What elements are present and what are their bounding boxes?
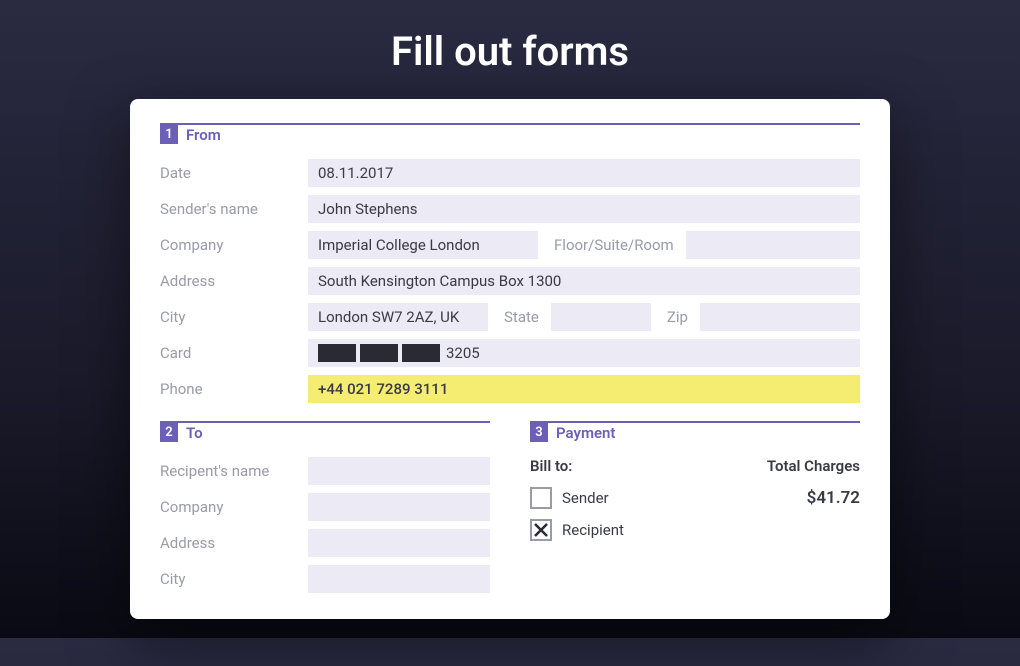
recipient-option-label: Recipient [562,521,624,539]
page-title: Fill out forms [0,28,1020,75]
label-state: State [488,308,551,326]
city-field[interactable]: London SW7 2AZ, UK [308,303,488,331]
address-field[interactable]: South Kensington Campus Box 1300 [308,267,860,295]
label-city: City [160,308,308,326]
bill-to-label: Bill to: [530,457,572,475]
label-company: Company [160,236,308,254]
to-city-field[interactable] [308,565,490,593]
total-amount: $41.72 [807,488,860,508]
sender-option-label: Sender [562,489,609,507]
label-floor: Floor/Suite/Room [538,236,686,254]
card-mask-icon [318,344,440,362]
x-mark-icon [533,522,549,538]
label-phone: Phone [160,380,308,398]
card-last-digits: 3205 [446,344,480,362]
to-address-field[interactable] [308,529,490,557]
state-field[interactable] [551,303,651,331]
label-to-city: City [160,570,308,588]
section-payment-header: 3 Payment [530,421,860,443]
to-company-field[interactable] [308,493,490,521]
section-title-to: To [186,423,203,443]
label-to-company: Company [160,498,308,516]
section-number-2: 2 [160,422,178,442]
section-to-header: 2 To [160,421,490,443]
label-sender-name: Sender's name [160,200,308,218]
label-card: Card [160,344,308,362]
sender-checkbox[interactable] [530,487,552,509]
sender-name-field[interactable]: John Stephens [308,195,860,223]
section-number-1: 1 [160,124,178,144]
label-zip: Zip [651,308,700,326]
label-date: Date [160,164,308,182]
recipient-name-field[interactable] [308,457,490,485]
form-card: 1 From Date 08.11.2017 Sender's name Joh… [130,99,890,619]
total-charges-label: Total Charges [767,457,860,475]
section-from-header: 1 From [160,123,860,145]
card-field[interactable]: 3205 [308,339,860,367]
section-title-from: From [186,125,221,145]
company-field[interactable]: Imperial College London [308,231,538,259]
phone-field[interactable]: +44 021 7289 3111 [308,375,860,403]
label-to-address: Address [160,534,308,552]
date-field[interactable]: 08.11.2017 [308,159,860,187]
label-address: Address [160,272,308,290]
section-title-payment: Payment [556,423,615,443]
section-number-3: 3 [530,422,548,442]
zip-field[interactable] [700,303,860,331]
recipient-checkbox[interactable] [530,519,552,541]
label-recipient-name: Recipent's name [160,462,308,480]
floor-field[interactable] [686,231,860,259]
